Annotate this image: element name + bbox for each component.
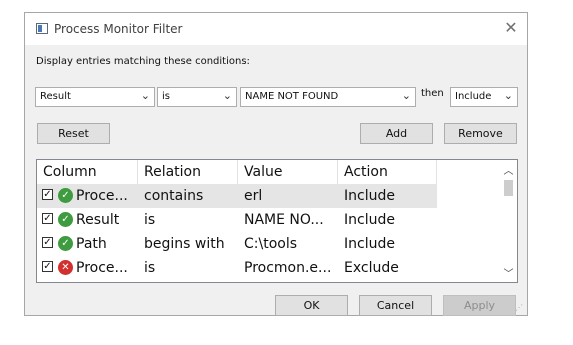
row-checkbox[interactable]: ☑✓ bbox=[42, 213, 53, 224]
window-title: Process Monitor Filter bbox=[54, 22, 183, 36]
column-select-value: Result bbox=[40, 91, 71, 102]
chevron-down-icon: ⌄ bbox=[401, 89, 411, 102]
filter-dialog: Process Monitor Filter ✕ Display entries… bbox=[24, 12, 528, 316]
row-value: Procmon.e... bbox=[244, 260, 332, 276]
value-combobox[interactable]: NAME NOT FOUND ⌄ bbox=[240, 87, 416, 107]
row-column: Result bbox=[76, 212, 120, 228]
cancel-button[interactable]: Cancel bbox=[359, 295, 432, 316]
list-header: Column Relation Value Action bbox=[37, 160, 437, 184]
row-value: NAME NO... bbox=[244, 212, 324, 228]
app-window-icon bbox=[36, 23, 48, 34]
scroll-up-icon[interactable]: ︿ bbox=[500, 162, 517, 177]
table-row[interactable]: ☑✓ ✓ Proce... contains erl Include bbox=[37, 184, 437, 208]
row-checkbox[interactable]: ☑✓ bbox=[42, 237, 53, 248]
scroll-down-icon[interactable]: ﹀ bbox=[500, 265, 517, 280]
row-checkbox[interactable]: ☑✓ bbox=[42, 261, 53, 272]
column-header-relation[interactable]: Relation bbox=[138, 160, 238, 184]
remove-button[interactable]: Remove bbox=[444, 123, 517, 144]
conditions-label: Display entries matching these condition… bbox=[36, 56, 250, 67]
title-bar: Process Monitor Filter ✕ bbox=[25, 13, 527, 45]
row-relation: contains bbox=[144, 188, 204, 204]
reset-button[interactable]: Reset bbox=[37, 123, 110, 144]
action-select[interactable]: Include ⌄ bbox=[450, 87, 518, 107]
row-value: erl bbox=[244, 188, 263, 204]
apply-button[interactable]: Apply bbox=[443, 295, 516, 316]
row-action: Exclude bbox=[344, 260, 399, 276]
relation-select[interactable]: is ⌄ bbox=[157, 87, 237, 107]
chevron-down-icon: ⌄ bbox=[140, 89, 150, 102]
table-row[interactable]: ☑✓ ✓ Result is NAME NO... Include bbox=[37, 208, 437, 232]
filter-list[interactable]: Column Relation Value Action ☑✓ ✓ Proce.… bbox=[36, 159, 518, 283]
relation-select-value: is bbox=[162, 91, 170, 102]
table-row[interactable]: ☑✓ ✓ Path begins with C:\tools Include bbox=[37, 232, 437, 256]
column-select[interactable]: Result ⌄ bbox=[35, 87, 155, 107]
vertical-scrollbar[interactable]: ︿ ﹀ bbox=[500, 160, 517, 282]
row-action: Include bbox=[344, 188, 395, 204]
column-header-value[interactable]: Value bbox=[238, 160, 338, 184]
resize-grip-icon[interactable]: ⋰ bbox=[515, 303, 525, 313]
chevron-down-icon: ⌄ bbox=[503, 89, 513, 102]
value-combobox-value: NAME NOT FOUND bbox=[245, 91, 339, 102]
then-label: then bbox=[421, 88, 444, 99]
row-column: Path bbox=[76, 236, 107, 252]
action-select-value: Include bbox=[455, 91, 492, 102]
dialog-client-area: Display entries matching these condition… bbox=[25, 45, 527, 316]
table-row[interactable]: ☑✓ ✕ Proce... is Procmon.e... Exclude bbox=[37, 256, 437, 280]
chevron-down-icon: ⌄ bbox=[222, 89, 232, 102]
row-relation: is bbox=[144, 212, 156, 228]
scroll-thumb[interactable] bbox=[504, 180, 513, 196]
row-column: Proce... bbox=[76, 188, 128, 204]
row-action: Include bbox=[344, 212, 395, 228]
add-button[interactable]: Add bbox=[360, 123, 433, 144]
check-circle-icon: ✓ bbox=[58, 236, 73, 251]
row-value: C:\tools bbox=[244, 236, 298, 252]
column-header-column[interactable]: Column bbox=[37, 160, 138, 184]
row-checkbox[interactable]: ☑✓ bbox=[42, 189, 53, 200]
ok-button[interactable]: OK bbox=[275, 295, 348, 316]
close-icon[interactable]: ✕ bbox=[495, 13, 527, 45]
x-circle-icon: ✕ bbox=[58, 260, 73, 275]
row-relation: begins with bbox=[144, 236, 225, 252]
column-header-action[interactable]: Action bbox=[338, 160, 437, 184]
row-relation: is bbox=[144, 260, 156, 276]
gear-process-icon: ✓ bbox=[58, 188, 73, 203]
check-circle-icon: ✓ bbox=[58, 212, 73, 227]
row-action: Include bbox=[344, 236, 395, 252]
row-column: Proce... bbox=[76, 260, 128, 276]
